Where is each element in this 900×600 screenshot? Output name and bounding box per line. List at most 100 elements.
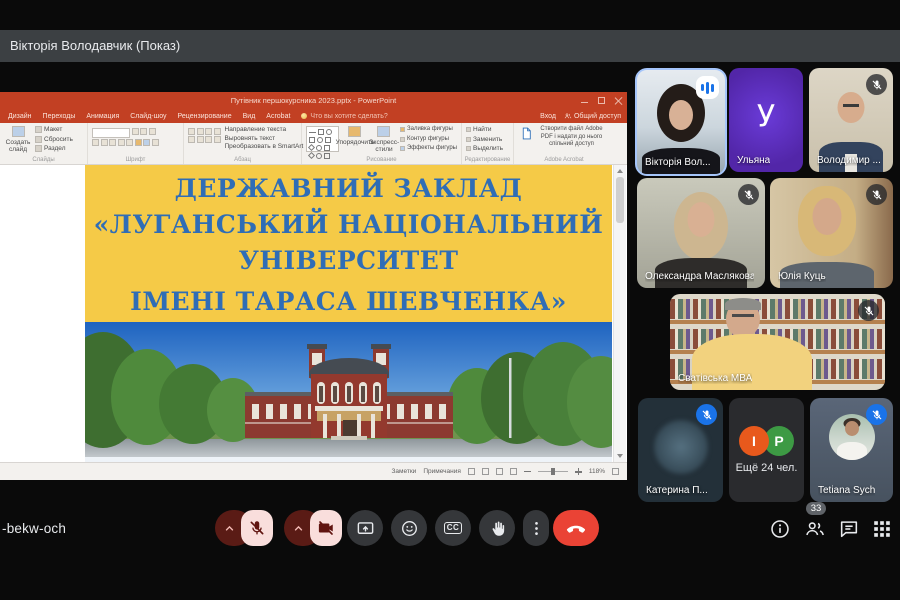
participant-tile-yuliia[interactable]: Юлія Куць (770, 178, 893, 288)
more-participants-label: Ещё 24 чел. (729, 462, 804, 474)
mic-muted-badge (866, 184, 887, 205)
participant-tile-ulyana[interactable]: У Ульяна (729, 68, 803, 172)
section-button: Раздел (44, 145, 65, 152)
mic-muted-badge (738, 184, 759, 205)
participant-name: Катерина П... (646, 485, 708, 496)
screen-share-region[interactable]: Путівник першокурсника 2023.pptx - Power… (0, 92, 627, 480)
tell-me-label: Что вы хотите сделать? (310, 113, 387, 120)
layout-button: Макет (44, 126, 62, 133)
participant-name: Володимир ... (817, 155, 881, 166)
captions-button[interactable]: CC (435, 510, 471, 546)
participant-tile-svativska[interactable]: Сватівська МВА (670, 294, 885, 390)
mic-off-icon (248, 519, 266, 537)
chat-icon (838, 518, 860, 540)
audio-activity-indicator (696, 76, 719, 99)
zoom-in-icon (575, 468, 582, 475)
align-text-button: Выровнять текст (225, 135, 304, 142)
select-button: Выделить (473, 145, 503, 152)
mic-muted-badge (866, 74, 887, 95)
ppt-slide-canvas: ДЕРЖАВНИЙ ЗАКЛАД «ЛУГАНСЬКИЙ НАЦІОНАЛЬНИ… (0, 165, 627, 462)
avatar-initial-i: I (739, 426, 769, 456)
participant-tile-oleksandra[interactable]: Олександра Маслякова (637, 178, 765, 288)
reactions-button[interactable] (391, 510, 427, 546)
chevron-up-icon (292, 522, 305, 535)
grid-icon (871, 518, 893, 540)
paragraph-group-label: Абзац (184, 157, 301, 163)
ppt-ribbon: Создать слайд Макет Сбросить Раздел Слай… (0, 123, 627, 165)
end-call-icon (565, 517, 587, 539)
blurred-avatar (654, 420, 708, 474)
raise-hand-button[interactable] (479, 510, 515, 546)
mic-toggle-button[interactable] (241, 510, 273, 546)
tab-acrobat: Acrobat (266, 113, 290, 120)
present-screen-icon (356, 519, 375, 538)
tab-design: Дизайн (8, 113, 32, 120)
ppt-status-bar: Заметки Примечания 118% (0, 462, 627, 480)
quick-styles-icon (377, 126, 390, 137)
ppt-window-controls (580, 96, 623, 105)
scroll-down-icon (617, 454, 623, 458)
view-sorter-icon (482, 468, 489, 475)
activities-button[interactable] (871, 518, 893, 540)
view-normal-icon (468, 468, 475, 475)
maximize-icon (597, 96, 606, 105)
mic-muted-badge (858, 300, 879, 321)
cc-icon: CC (444, 522, 463, 534)
camera-toggle-button[interactable] (310, 510, 342, 546)
camera-off-icon (317, 519, 335, 537)
shape-fill-button: Заливка фигуры (407, 126, 453, 133)
people-icon (804, 518, 826, 540)
person-icon (564, 112, 572, 120)
mic-off-icon (871, 189, 883, 201)
slide-title-block: ДЕРЖАВНИЙ ЗАКЛАД «ЛУГАНСЬКИЙ НАЦІОНАЛЬНИ… (85, 165, 612, 322)
presenter-bar: Вікторія Володавчик (Показ) (0, 30, 900, 62)
ppt-window-title: Путівник першокурсника 2023.pptx - Power… (0, 92, 627, 109)
tell-me-box: Что вы хотите сделать? (301, 113, 387, 120)
mic-off-icon (743, 189, 755, 201)
mic-off-icon (871, 79, 883, 91)
participant-tile-volodymyr[interactable]: Володимир ... (809, 68, 893, 172)
participant-tile-tetiana[interactable]: Tetiana Sych (810, 398, 893, 502)
hand-icon (488, 519, 507, 538)
new-slide-icon (12, 126, 25, 137)
pdf-icon (520, 126, 533, 141)
camera-control-group (284, 510, 342, 546)
shape-outline-button: Контур фигуры (407, 136, 449, 143)
fit-slide-icon (612, 468, 619, 475)
font-name-field (92, 128, 130, 138)
chat-button[interactable] (838, 518, 860, 540)
reset-button: Сбросить (44, 136, 73, 143)
three-dots-icon (527, 519, 546, 538)
end-call-button[interactable] (553, 510, 599, 546)
meeting-details-button[interactable] (769, 518, 791, 540)
text-direction-button: Направление текста (225, 126, 304, 133)
slide-title-line-1: ДЕРЖАВНИЙ ЗАКЛАД (175, 171, 523, 207)
slides-group-label: Слайды (0, 157, 87, 163)
arrange-button: Упорядочить (342, 126, 368, 153)
present-button[interactable] (347, 510, 383, 546)
find-button: Найти (473, 126, 492, 133)
mic-off-icon (701, 409, 713, 421)
participant-name: Вікторія Вол... (645, 157, 711, 168)
slide: ДЕРЖАВНИЙ ЗАКЛАД «ЛУГАНСЬКИЙ НАЦІОНАЛЬНИ… (85, 165, 612, 462)
overflow-avatars: I P (729, 426, 804, 456)
overflow-participants-tile[interactable]: I P Ещё 24 чел. (729, 398, 804, 502)
slide-title-line-2: «ЛУГАНСЬКИЙ НАЦІОНАЛЬНИЙ (94, 207, 604, 243)
lightbulb-icon (301, 113, 307, 119)
ribbon-group-slides: Создать слайд Макет Сбросить Раздел Слай… (0, 123, 88, 164)
ppt-titlebar: Путівник першокурсника 2023.pptx - Power… (0, 92, 627, 109)
font-group-label: Шрифт (88, 157, 183, 163)
participant-name: Юлія Куць (778, 271, 826, 282)
ribbon-group-editing: Найти Заменить Выделить Редактирование (462, 123, 514, 164)
zoom-slider (538, 471, 568, 473)
minimize-icon (580, 96, 589, 105)
participant-name: Tetiana Sych (818, 485, 875, 496)
tab-animations: Анимация (86, 113, 119, 120)
presenter-label: Вікторія Володавчик (Показ) (10, 38, 180, 53)
mic-muted-badge (866, 404, 887, 425)
participant-tile-viktoriia[interactable]: Вікторія Вол... (635, 68, 727, 176)
participants-button[interactable] (804, 518, 826, 540)
more-options-button[interactable] (523, 510, 549, 546)
participant-tile-kateryna[interactable]: Катерина П... (638, 398, 723, 502)
editing-group-label: Редактирование (462, 157, 513, 163)
